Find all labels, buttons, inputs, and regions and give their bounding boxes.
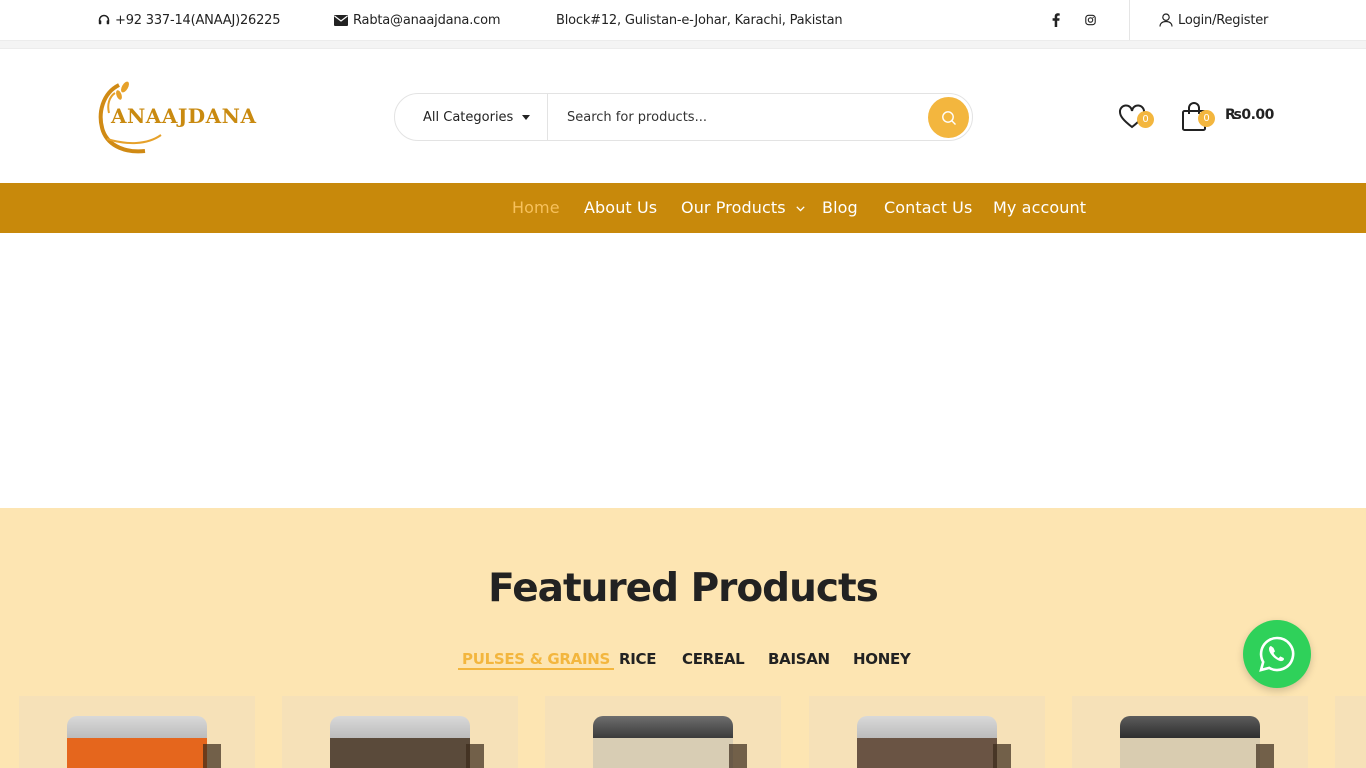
- login-register-link[interactable]: Login/Register: [1159, 0, 1268, 40]
- main-navigation: Home About Us Our Products Blog Contact …: [0, 183, 1366, 233]
- email-text: Rabta@anaajdana.com: [353, 12, 501, 28]
- wishlist-count-badge: 0: [1137, 111, 1154, 128]
- cart-total[interactable]: ₨0.00: [1225, 107, 1274, 123]
- nav-home[interactable]: Home: [512, 183, 560, 233]
- product-card[interactable]: [1072, 696, 1308, 768]
- logo-text: ANAAJDANA: [111, 104, 257, 128]
- phone-contact[interactable]: +92 337-14(ANAAJ)26225: [98, 0, 281, 40]
- header-separator: [0, 41, 1366, 49]
- tab-cereal[interactable]: CEREAL: [682, 650, 745, 668]
- nav-our-products[interactable]: Our Products: [681, 183, 805, 233]
- product-card[interactable]: [545, 696, 781, 768]
- wishlist-button[interactable]: 0: [1118, 104, 1154, 132]
- headset-icon: [98, 14, 110, 25]
- whatsapp-chat-button[interactable]: [1243, 620, 1311, 688]
- email-contact[interactable]: Rabta@anaajdana.com: [334, 0, 501, 40]
- product-search-bar: All Categories: [394, 93, 973, 141]
- site-logo[interactable]: ANAAJDANA: [97, 79, 256, 154]
- search-input[interactable]: [549, 95, 919, 139]
- search-icon: [941, 110, 956, 125]
- category-dropdown[interactable]: All Categories: [395, 94, 548, 140]
- cart-button[interactable]: 0: [1181, 102, 1215, 132]
- tab-honey[interactable]: HONEY: [853, 650, 911, 668]
- product-card[interactable]: [809, 696, 1045, 768]
- nav-our-products-label: Our Products: [681, 198, 786, 217]
- facebook-icon[interactable]: [1051, 0, 1065, 40]
- hero-banner: [0, 233, 1366, 508]
- topbar-divider: [1129, 0, 1130, 40]
- product-card[interactable]: [282, 696, 518, 768]
- featured-products-section: Featured Products PULSES & GRAINS RICE C…: [0, 508, 1366, 768]
- nav-about-us[interactable]: About Us: [584, 183, 657, 233]
- product-card[interactable]: [1335, 696, 1366, 768]
- cart-count-badge: 0: [1198, 110, 1215, 127]
- product-image: [67, 716, 221, 768]
- nav-my-account[interactable]: My account: [993, 183, 1086, 233]
- instagram-icon[interactable]: [1085, 0, 1101, 40]
- tab-rice[interactable]: RICE: [619, 650, 656, 668]
- main-header: ANAAJDANA All Categories 0 0 ₨0.00: [0, 49, 1366, 183]
- caret-down-icon: [522, 114, 531, 120]
- product-card[interactable]: [19, 696, 255, 768]
- category-dropdown-label: All Categories: [423, 109, 514, 125]
- search-button[interactable]: [928, 97, 969, 138]
- product-image: [857, 716, 1011, 768]
- product-image: [1120, 716, 1274, 768]
- envelope-icon: [334, 14, 348, 26]
- nav-contact-us[interactable]: Contact Us: [884, 183, 972, 233]
- product-image: [593, 716, 747, 768]
- user-icon: [1159, 13, 1173, 27]
- top-bar: +92 337-14(ANAAJ)26225 Rabta@anaajdana.c…: [0, 0, 1366, 41]
- nav-blog[interactable]: Blog: [822, 183, 858, 233]
- section-title: Featured Products: [488, 566, 879, 611]
- phone-text: +92 337-14(ANAAJ)26225: [115, 12, 281, 28]
- tab-pulses-grains[interactable]: PULSES & GRAINS: [458, 650, 615, 670]
- chevron-down-icon: [796, 205, 805, 212]
- login-register-label: Login/Register: [1178, 12, 1269, 28]
- tab-baisan[interactable]: BAISAN: [768, 650, 830, 668]
- address-text: Block#12, Gulistan-e-Johar, Karachi, Pak…: [556, 12, 843, 28]
- product-category-tabs: PULSES & GRAINS RICE CEREAL BAISAN HONEY: [0, 650, 1366, 670]
- product-image: [330, 716, 484, 768]
- whatsapp-icon: [1259, 636, 1295, 672]
